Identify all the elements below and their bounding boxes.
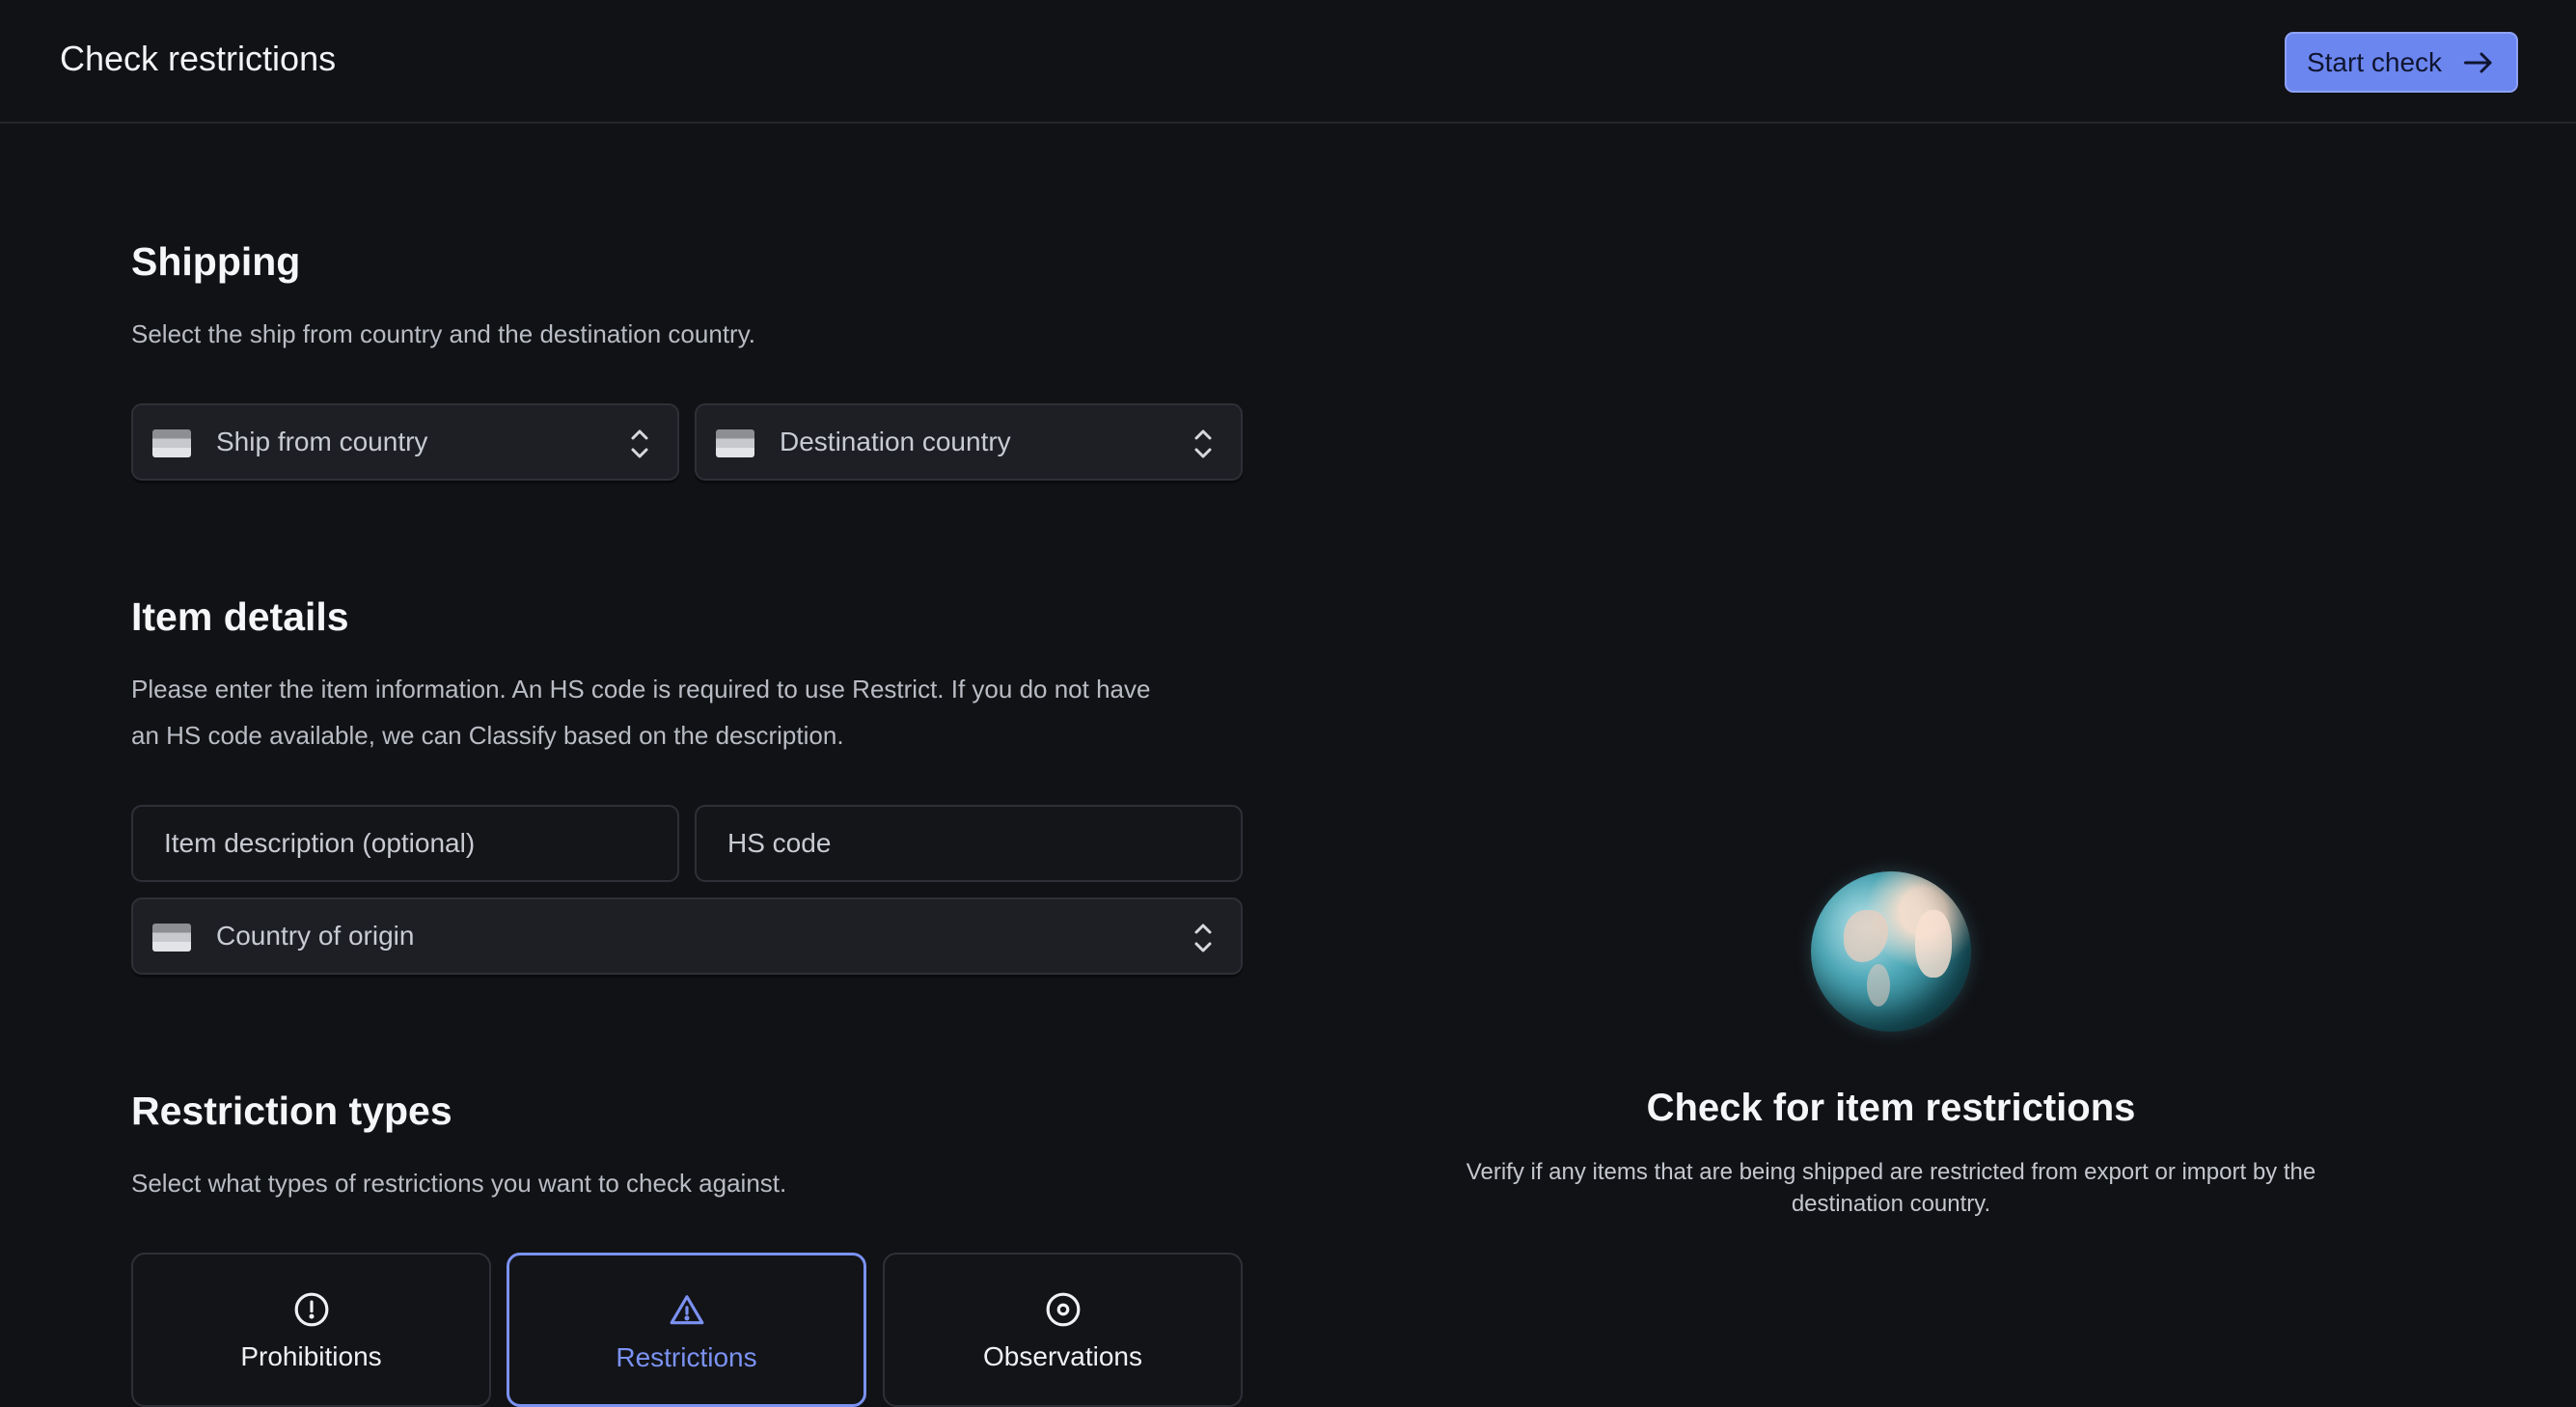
start-check-label: Start check [2306, 46, 2443, 77]
ship-from-country-select[interactable]: Ship from country [131, 403, 679, 481]
arrow-right-icon [2464, 52, 2492, 72]
empty-state-description-line2: destination country. [1791, 1191, 1991, 1217]
alert-circle-icon [294, 1292, 328, 1327]
restriction-type-label: Prohibitions [240, 1341, 382, 1371]
flag-placeholder-icon [716, 429, 754, 457]
destination-country-select[interactable]: Destination country [695, 403, 1243, 481]
item-details-description-line1: Please enter the item information. An HS… [131, 675, 1151, 704]
country-of-origin-select[interactable]: Country of origin [131, 897, 1243, 975]
flag-placeholder-icon [152, 924, 191, 952]
item-description-input[interactable] [131, 805, 679, 882]
chevron-up-down-icon [1194, 429, 1212, 458]
chevron-up-down-icon [631, 429, 648, 458]
page-title: Check restrictions [60, 39, 337, 78]
warning-triangle-icon [670, 1295, 703, 1325]
ship-from-country-label: Ship from country [216, 427, 428, 456]
item-details-description-line2: an HS code available, we can Classify ba… [131, 721, 844, 750]
globe-icon [1811, 871, 1971, 1032]
shipping-title: Shipping [131, 239, 301, 284]
flag-placeholder-icon [152, 429, 191, 457]
restriction-types-title: Restriction types [131, 1089, 452, 1133]
item-details-title: Item details [131, 594, 349, 639]
restriction-type-label: Observations [983, 1341, 1142, 1371]
top-bar: Check restrictions Start check [0, 0, 2576, 124]
shipping-description: Select the ship from country and the des… [131, 319, 755, 348]
restriction-type-label: Restrictions [616, 1342, 757, 1372]
empty-state-title: Check for item restrictions [1646, 1087, 2136, 1129]
restriction-type-observations[interactable]: Observations [883, 1253, 1243, 1407]
eye-icon [1046, 1292, 1080, 1327]
destination-country-label: Destination country [780, 427, 1011, 456]
empty-state-description: Verify if any items that are being shipp… [1409, 1156, 2373, 1220]
restriction-type-prohibitions[interactable]: Prohibitions [131, 1253, 491, 1407]
hs-code-input[interactable] [695, 805, 1243, 882]
restriction-types-description: Select what types of restrictions you wa… [131, 1169, 787, 1198]
restriction-type-restrictions[interactable]: Restrictions [507, 1253, 866, 1407]
country-of-origin-label: Country of origin [216, 921, 415, 951]
chevron-up-down-icon [1194, 924, 1212, 952]
empty-state-description-line1: Verify if any items that are being shipp… [1466, 1159, 2316, 1185]
start-check-button[interactable]: Start check [2285, 32, 2518, 93]
